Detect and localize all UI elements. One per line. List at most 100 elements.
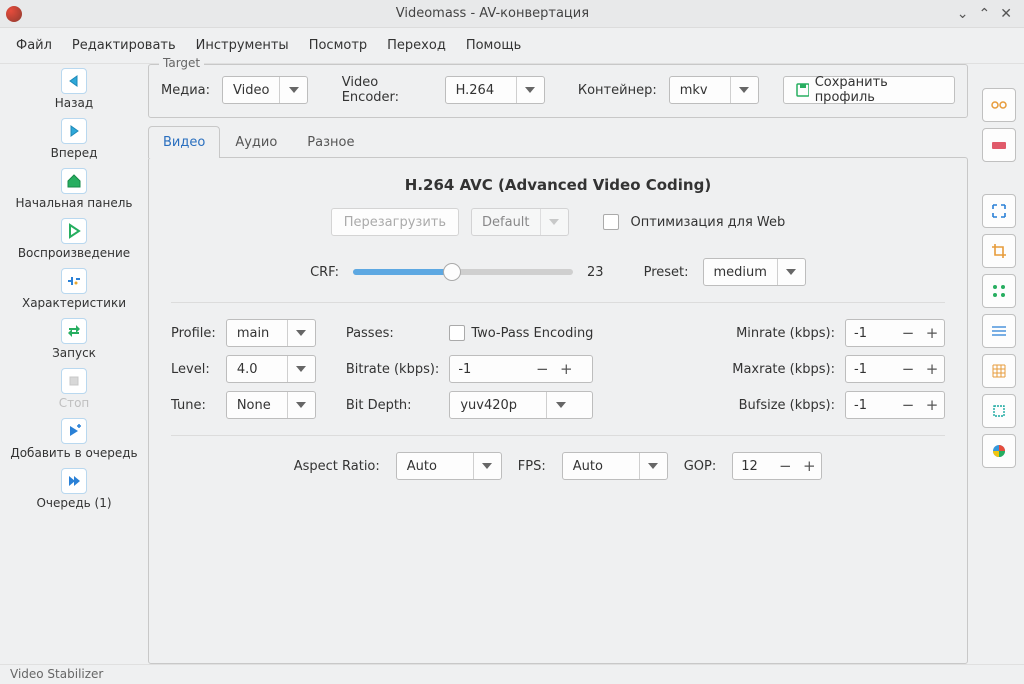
bufsize-label: Bufsize (kbps): xyxy=(732,398,835,413)
plus-button[interactable]: + xyxy=(920,360,944,378)
profile-label: Profile: xyxy=(171,326,216,341)
stop-icon xyxy=(61,368,87,394)
minimize-button[interactable]: ⌄ xyxy=(957,6,969,22)
container-label: Контейнер: xyxy=(578,83,657,98)
run-button[interactable]: Запуск xyxy=(0,314,148,364)
stabilize-button[interactable] xyxy=(982,394,1016,428)
minus-button[interactable]: − xyxy=(896,360,920,378)
deinterlace-button[interactable] xyxy=(982,314,1016,348)
chevron-down-icon xyxy=(639,453,667,479)
menu-tools[interactable]: Инструменты xyxy=(188,34,297,57)
clear-button[interactable] xyxy=(982,128,1016,162)
plus-button[interactable]: + xyxy=(797,457,821,475)
play-button[interactable]: Воспроизведение xyxy=(0,214,148,264)
container-select[interactable]: mkv xyxy=(669,76,759,104)
twopass-checkbox[interactable] xyxy=(449,325,465,341)
color-button[interactable] xyxy=(982,434,1016,468)
eyes-icon xyxy=(990,99,1008,111)
menu-help[interactable]: Помощь xyxy=(458,34,529,57)
left-toolbar: Назад Вперед Начальная панель Воспроизве… xyxy=(0,58,148,664)
nav-back-button[interactable]: Назад xyxy=(0,64,148,114)
passes-label: Passes: xyxy=(346,326,440,341)
bitrate-label: Bitrate (kbps): xyxy=(346,362,440,377)
chevron-down-icon xyxy=(279,77,307,103)
tune-label: Tune: xyxy=(171,398,216,413)
tab-video[interactable]: Видео xyxy=(148,126,220,158)
menu-view[interactable]: Посмотр xyxy=(301,34,375,57)
pie-icon xyxy=(991,443,1007,459)
gop-spinner[interactable]: 12−+ xyxy=(732,452,822,480)
crf-value: 23 xyxy=(587,265,604,280)
encoder-select[interactable]: H.264 xyxy=(445,76,545,104)
grid-icon xyxy=(991,363,1007,379)
lines-icon xyxy=(991,325,1007,337)
play-icon xyxy=(61,218,87,244)
nav-forward-button[interactable]: Вперед xyxy=(0,114,148,164)
minrate-spinner[interactable]: -1−+ xyxy=(845,319,945,347)
menu-go[interactable]: Переход xyxy=(379,34,454,57)
chevron-down-icon xyxy=(540,209,568,235)
minus-button[interactable]: − xyxy=(773,457,797,475)
handles-icon xyxy=(991,283,1007,299)
queue-add-icon xyxy=(61,418,87,444)
queue-icon xyxy=(61,468,87,494)
minus-button[interactable]: − xyxy=(896,396,920,414)
home-icon xyxy=(61,168,87,194)
menu-file[interactable]: Файл xyxy=(8,34,60,57)
plus-button[interactable]: + xyxy=(920,324,944,342)
window-controls: ⌄ ⌃ ✕ xyxy=(957,6,1024,22)
stop-button: Стоп xyxy=(0,364,148,414)
tabs: Видео Аудио Разное xyxy=(148,126,968,158)
queue-button[interactable]: Очередь (1) xyxy=(0,464,148,514)
preset-select[interactable]: medium xyxy=(703,258,806,286)
tab-audio[interactable]: Аудио xyxy=(220,126,292,158)
fps-select[interactable]: Auto xyxy=(562,452,668,480)
reload-button: Перезагрузить xyxy=(331,208,459,236)
resize-button[interactable] xyxy=(982,194,1016,228)
save-profile-button[interactable]: Сохранить профиль xyxy=(783,76,955,104)
panel-title: H.264 AVC (Advanced Video Coding) xyxy=(171,176,945,194)
app-icon xyxy=(6,6,22,22)
maxrate-spinner[interactable]: -1−+ xyxy=(845,355,945,383)
chevron-down-icon xyxy=(473,453,501,479)
bitdepth-select[interactable]: yuv420p xyxy=(449,391,593,419)
plus-button[interactable]: + xyxy=(920,396,944,414)
default-select[interactable]: Default xyxy=(471,208,569,236)
chevron-down-icon xyxy=(516,77,544,103)
minus-button[interactable]: − xyxy=(530,360,554,378)
plus-button[interactable]: + xyxy=(554,360,578,378)
stats-button[interactable]: Характеристики xyxy=(0,264,148,314)
menu-edit[interactable]: Редактировать xyxy=(64,34,184,57)
aspect-select[interactable]: Auto xyxy=(396,452,502,480)
chevron-down-icon xyxy=(777,259,805,285)
level-select[interactable]: 4.0 xyxy=(226,355,316,383)
preview-button[interactable] xyxy=(982,88,1016,122)
tab-other[interactable]: Разное xyxy=(292,126,369,158)
queue-add-button[interactable]: Добавить в очередь xyxy=(0,414,148,464)
level-label: Level: xyxy=(171,362,216,377)
webopt-checkbox[interactable] xyxy=(603,214,619,230)
minus-button[interactable]: − xyxy=(896,324,920,342)
statusbar: Video Stabilizer xyxy=(0,664,1024,684)
home-button[interactable]: Начальная панель xyxy=(0,164,148,214)
chevron-down-icon xyxy=(730,77,758,103)
maximize-button[interactable]: ⌃ xyxy=(979,6,991,22)
stabilize-icon xyxy=(991,403,1007,419)
crop-icon xyxy=(991,243,1007,259)
titlebar: Videomass - AV-конвертация ⌄ ⌃ ✕ xyxy=(0,0,1024,28)
convert-icon xyxy=(61,318,87,344)
crf-slider[interactable] xyxy=(353,269,573,275)
rotate-button[interactable] xyxy=(982,274,1016,308)
crop-button[interactable] xyxy=(982,234,1016,268)
bufsize-spinner[interactable]: -1−+ xyxy=(845,391,945,419)
profile-select[interactable]: main xyxy=(226,319,316,347)
chevron-down-icon xyxy=(287,320,315,346)
fps-label: FPS: xyxy=(518,459,546,474)
close-button[interactable]: ✕ xyxy=(1000,6,1012,22)
denoise-button[interactable] xyxy=(982,354,1016,388)
bitrate-spinner[interactable]: -1−+ xyxy=(449,355,593,383)
tune-select[interactable]: None xyxy=(226,391,316,419)
aspect-label: Aspect Ratio: xyxy=(294,459,380,474)
media-select[interactable]: Video xyxy=(222,76,308,104)
window-title: Videomass - AV-конвертация xyxy=(28,6,957,21)
